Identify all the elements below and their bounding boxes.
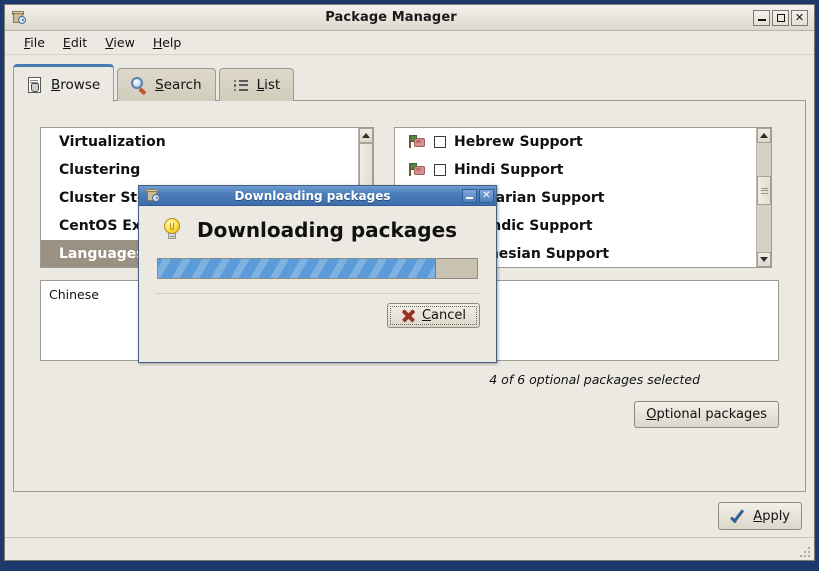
- list-item[interactable]: Clustering: [41, 156, 358, 184]
- optional-status-label: 4 of 6 optional packages selected: [489, 372, 700, 387]
- checkmark-icon: [730, 508, 746, 524]
- tab-list-label: List: [256, 77, 281, 93]
- menu-file-label: ile: [30, 35, 45, 50]
- language-flag-icon: [409, 163, 426, 177]
- dialog-header: Downloading packages: [153, 206, 482, 242]
- tab-browse[interactable]: Browse: [13, 64, 115, 102]
- close-button[interactable]: ✕: [791, 9, 808, 26]
- downloading-packages-dialog: Downloading packages ✕ Downloading packa…: [138, 185, 497, 363]
- progress-bar-fill: [158, 259, 436, 278]
- tab-list[interactable]: List: [218, 68, 295, 101]
- optional-status-row: 4 of 6 optional packages selected: [14, 361, 805, 388]
- dialog-close-button[interactable]: ✕: [479, 188, 494, 203]
- dialog-heading: Downloading packages: [197, 218, 458, 242]
- progress-wrapper: [153, 242, 482, 279]
- package-icon: [145, 187, 163, 205]
- optional-button-row: Optional packages: [14, 388, 805, 428]
- dialog-actions: Cancel: [153, 294, 482, 328]
- resize-grip-icon[interactable]: [799, 546, 810, 557]
- package-checkbox[interactable]: [434, 164, 446, 176]
- apply-label: Apply: [753, 508, 790, 524]
- scroll-track[interactable]: [757, 143, 771, 252]
- cancel-label: Cancel: [421, 308, 466, 323]
- optional-packages-label: Optional packages: [646, 407, 767, 422]
- menu-edit-label: dit: [70, 35, 88, 50]
- window-title: Package Manager: [325, 10, 457, 25]
- search-icon: [131, 76, 148, 95]
- list-item[interactable]: Hebrew Support: [395, 128, 756, 156]
- scroll-up-arrow-icon[interactable]: [757, 128, 771, 143]
- package-list-scrollbar[interactable]: [756, 128, 771, 267]
- apply-button[interactable]: Apply: [718, 502, 802, 530]
- scroll-grip-icon: [760, 186, 768, 195]
- tab-strip: Browse Search List: [13, 63, 806, 102]
- dialog-title: Downloading packages: [234, 188, 391, 203]
- menu-file[interactable]: File: [15, 33, 54, 52]
- minimize-button[interactable]: [753, 9, 770, 26]
- dialog-titlebar: Downloading packages ✕: [139, 186, 496, 206]
- menu-help[interactable]: Help: [144, 33, 191, 52]
- list-item[interactable]: Virtualization: [41, 128, 358, 156]
- lightbulb-icon: [161, 218, 183, 242]
- red-x-icon: [401, 308, 416, 323]
- browse-icon: [27, 76, 44, 94]
- menu-view-label: iew: [113, 35, 135, 50]
- dialog-body: Downloading packages Cancel: [139, 206, 496, 362]
- menu-view[interactable]: View: [96, 33, 144, 52]
- scroll-thumb[interactable]: [757, 176, 771, 205]
- statusbar: [5, 537, 814, 560]
- list-item[interactable]: Hindi Support: [395, 156, 756, 184]
- package-label: Hebrew Support: [454, 134, 583, 150]
- desktop-background: Package Manager ✕ File Edit View Help Br…: [0, 0, 819, 571]
- window-controls: ✕: [753, 9, 808, 26]
- action-area: Apply: [5, 492, 814, 530]
- list-icon: [233, 77, 250, 94]
- dialog-minimize-button[interactable]: [462, 188, 477, 203]
- tab-search[interactable]: Search: [117, 68, 216, 101]
- package-icon: [11, 9, 29, 27]
- scroll-up-arrow-icon[interactable]: [359, 128, 373, 143]
- package-label: Hindi Support: [454, 162, 564, 178]
- language-flag-icon: [409, 135, 426, 149]
- package-checkbox[interactable]: [434, 136, 446, 148]
- menu-help-label: elp: [162, 35, 182, 50]
- maximize-button[interactable]: [772, 9, 789, 26]
- scroll-down-arrow-icon[interactable]: [757, 252, 771, 267]
- tab-browse-label: Browse: [51, 77, 101, 93]
- window-titlebar: Package Manager ✕: [5, 5, 814, 31]
- tab-search-label: Search: [155, 77, 202, 93]
- progress-bar: [157, 258, 478, 279]
- optional-packages-button[interactable]: Optional packages: [634, 401, 779, 428]
- description-text: Chinese: [49, 287, 99, 302]
- menubar: File Edit View Help: [5, 31, 814, 55]
- menu-edit[interactable]: Edit: [54, 33, 96, 52]
- cancel-button[interactable]: Cancel: [386, 303, 480, 328]
